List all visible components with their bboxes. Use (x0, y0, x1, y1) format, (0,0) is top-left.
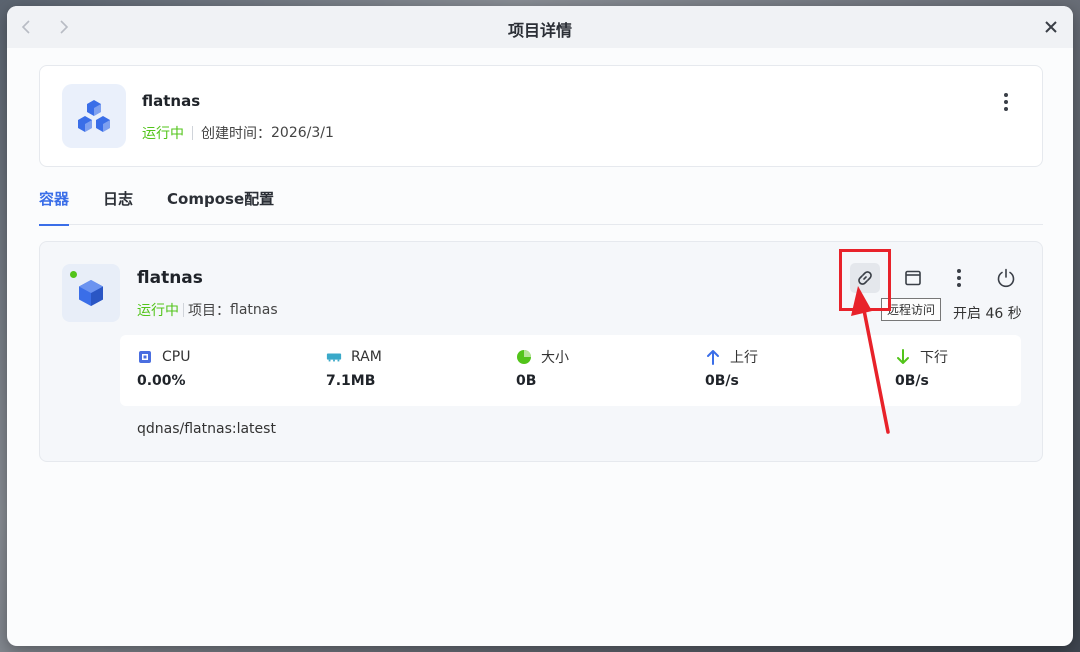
stat-label: CPU (162, 349, 191, 365)
power-icon[interactable] (991, 263, 1021, 293)
project-name: flatnas (142, 92, 201, 110)
cpu-chip-icon (137, 349, 153, 365)
container-card: flatnas 运行中 项目： flatnas 远程访问 开启 46 秒 CPU… (39, 241, 1043, 462)
stat-size: 大小 0B (516, 347, 569, 389)
tab-containers[interactable]: 容器 (39, 188, 70, 226)
cubes-icon (62, 84, 126, 148)
container-image: qdnas/flatnas:latest (137, 421, 276, 437)
terminal-window-icon[interactable] (898, 263, 928, 293)
stat-label: 上行 (730, 350, 758, 366)
stat-cpu: CPU 0.00% (137, 347, 190, 389)
more-options-icon[interactable] (996, 90, 1016, 114)
tab-compose-config[interactable]: Compose配置 (167, 188, 274, 225)
project-label: 项目： (188, 303, 230, 319)
stat-value: 0B/s (705, 373, 739, 389)
pie-chart-icon (516, 349, 532, 365)
memory-icon (326, 349, 342, 365)
stat-label: 下行 (920, 350, 948, 366)
container-status: 运行中 (137, 303, 179, 319)
container-stats: CPU 0.00% RAM 7.1MB 大小 0B 上行 0B/s 下行 0B/… (120, 335, 1021, 406)
tab-logs[interactable]: 日志 (103, 188, 133, 225)
project-header-card: flatnas 运行中 创建时间： 2026/3/1 (39, 65, 1043, 167)
project-meta: 运行中 创建时间： 2026/3/1 (142, 123, 334, 143)
project-value: flatnas (230, 302, 278, 318)
running-indicator (70, 271, 77, 278)
created-label: 创建时间： (201, 126, 271, 142)
created-value: 2026/3/1 (271, 125, 334, 141)
stat-download: 下行 0B/s (895, 347, 948, 389)
stat-upload: 上行 0B/s (705, 347, 758, 389)
stat-value: 0B (516, 373, 537, 389)
divider (183, 303, 184, 317)
container-meta: 运行中 项目： flatnas (137, 300, 278, 320)
divider (192, 126, 193, 140)
stat-value: 7.1MB (326, 373, 376, 389)
stat-value: 0B/s (895, 373, 929, 389)
project-status: 运行中 (142, 126, 184, 142)
stat-value: 0.00% (137, 373, 186, 389)
close-icon[interactable] (1039, 15, 1063, 39)
more-options-icon[interactable] (944, 263, 974, 293)
stat-ram: RAM 7.1MB (326, 347, 382, 389)
annotation-highlight-box (839, 249, 891, 311)
title-bar: 项目详情 (7, 6, 1073, 48)
window-title: 项目详情 (507, 21, 572, 40)
container-name: flatnas (137, 268, 203, 288)
stat-label: 大小 (541, 350, 569, 366)
uptime-text: 开启 46 秒 (953, 306, 1022, 322)
arrow-down-icon (895, 349, 911, 365)
stat-label: RAM (351, 349, 382, 365)
tab-bar: 容器 日志 Compose配置 (39, 188, 1043, 226)
project-detail-window: 项目详情 flatnas 运行中 创建时间： 2026/3/1 容器 日志 Co… (7, 6, 1073, 646)
arrow-up-icon (705, 349, 721, 365)
